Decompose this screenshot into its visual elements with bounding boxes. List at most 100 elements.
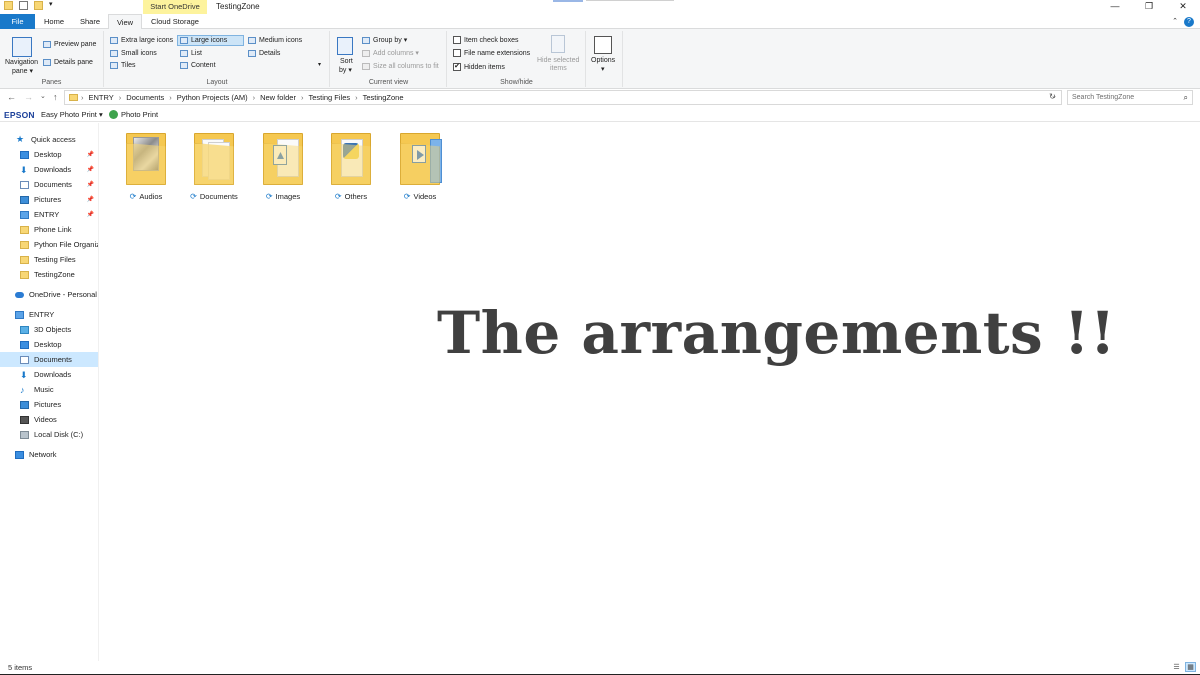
easy-photo-print-button[interactable]: Easy Photo Print: [41, 110, 97, 119]
new-folder-icon[interactable]: [34, 1, 43, 10]
folder-item-images[interactable]: ⟳ Images: [251, 129, 315, 201]
preview-pane-button[interactable]: Preview pane: [43, 41, 96, 48]
group-by-button[interactable]: Group by ▾: [362, 36, 407, 44]
sidebar-item-pc-downloads[interactable]: ⬇ Downloads: [0, 367, 98, 382]
breadcrumb-item[interactable]: Python Projects (AM): [177, 93, 248, 102]
add-columns-label: Add columns ▾: [373, 50, 419, 57]
refresh-icon[interactable]: ↻: [1049, 92, 1056, 101]
folder-item-documents[interactable]: ⟳ Documents: [182, 129, 246, 201]
large-icons-view-icon[interactable]: ▦: [1185, 662, 1196, 672]
pin-icon[interactable]: 📌: [87, 181, 94, 188]
breadcrumb-item[interactable]: Documents: [126, 93, 164, 102]
breadcrumb-item[interactable]: ENTRY: [89, 93, 114, 102]
navigation-pane-button[interactable]: Navigation: [5, 59, 38, 66]
tab-home[interactable]: Home: [38, 14, 70, 29]
layout-list[interactable]: List: [180, 50, 202, 57]
hide-selected-button[interactable]: Hide selected: [537, 57, 579, 64]
item-checkboxes-checkbox[interactable]: [453, 36, 461, 44]
collapse-ribbon-icon[interactable]: ⌃: [1172, 17, 1178, 25]
sidebar-item-pc-desktop[interactable]: Desktop: [0, 337, 98, 352]
folder-item-others[interactable]: ⟳ Others: [319, 129, 383, 201]
sort-icon[interactable]: [337, 37, 353, 55]
pin-icon[interactable]: 📌: [87, 151, 94, 158]
sidebar-item-pc-documents[interactable]: Documents: [0, 352, 98, 367]
options-icon[interactable]: [594, 36, 612, 54]
layout-details[interactable]: Details: [248, 50, 280, 57]
file-extensions-checkbox[interactable]: [453, 49, 461, 57]
close-button[interactable]: ✕: [1166, 0, 1200, 14]
pin-icon[interactable]: 📌: [87, 211, 94, 218]
address-bar[interactable]: › ENTRY › Documents › Python Projects (A…: [64, 90, 1062, 105]
options-arrow[interactable]: ▾: [601, 65, 605, 73]
layout-extra-large-icons[interactable]: Extra large icons: [110, 37, 173, 44]
pin-icon[interactable]: 📌: [87, 166, 94, 173]
back-button[interactable]: ←: [7, 92, 16, 102]
tab-cloud-storage[interactable]: Cloud Storage: [144, 14, 206, 29]
breadcrumb-item[interactable]: Testing Files: [308, 93, 350, 102]
customize-toolbar-icon[interactable]: ▾: [49, 1, 55, 10]
hide-selected-icon[interactable]: [551, 35, 565, 53]
file-extensions-toggle[interactable]: File name extensions: [453, 49, 530, 57]
ribbon: Navigation pane ▾ Preview pane Details p…: [0, 29, 1200, 89]
up-button[interactable]: ↑: [53, 92, 58, 102]
sort-by-sub[interactable]: by ▾: [339, 66, 352, 74]
layout-tiles[interactable]: Tiles: [110, 62, 136, 69]
sidebar-item-documents[interactable]: Documents 📌: [0, 177, 98, 192]
sidebar-item-pc-pictures[interactable]: Pictures: [0, 397, 98, 412]
details-view-icon[interactable]: ☰: [1171, 662, 1182, 672]
navigation-pane-icon[interactable]: [12, 37, 32, 57]
navigation-pane-sub[interactable]: pane ▾: [12, 67, 33, 75]
folder-item-videos[interactable]: ⟳ Videos: [388, 129, 452, 201]
options-button[interactable]: Options: [591, 57, 615, 64]
sidebar-item-testingzone[interactable]: TestingZone: [0, 267, 98, 282]
tab-file[interactable]: File: [0, 14, 35, 29]
sidebar-item-python-file-organiz[interactable]: Python File Organiz: [0, 237, 98, 252]
maximize-button[interactable]: ❐: [1132, 0, 1166, 14]
sort-by-button[interactable]: Sort: [340, 58, 353, 65]
details-pane-button[interactable]: Details pane: [43, 59, 93, 66]
help-icon[interactable]: ?: [1184, 17, 1194, 27]
layout-scroll-down-icon[interactable]: ▾: [318, 61, 321, 68]
breadcrumb-item[interactable]: New folder: [260, 93, 296, 102]
sidebar-item-network[interactable]: Network: [0, 447, 98, 462]
tab-view[interactable]: View: [108, 14, 142, 30]
layout-medium-icons[interactable]: Medium icons: [248, 37, 302, 44]
sidebar-item-quick-access[interactable]: ★ Quick access: [0, 132, 98, 147]
properties-icon[interactable]: [19, 1, 28, 10]
search-icon[interactable]: ⌕: [1184, 93, 1188, 103]
sidebar-item-desktop[interactable]: Desktop 📌: [0, 147, 98, 162]
minimize-button[interactable]: —: [1098, 0, 1132, 14]
hidden-items-toggle[interactable]: ✔ Hidden items: [453, 63, 505, 71]
layout-small-icons[interactable]: Small icons: [110, 50, 157, 57]
folder-item-audios[interactable]: ⟳ Audios: [114, 129, 178, 201]
sidebar-item-pictures[interactable]: Pictures 📌: [0, 192, 98, 207]
size-columns-button[interactable]: Size all columns to fit: [362, 63, 439, 70]
sidebar-item-this-pc[interactable]: ENTRY: [0, 307, 98, 322]
medium-icons-label: Medium icons: [259, 37, 303, 44]
search-input[interactable]: Search TestingZone ⌕: [1067, 90, 1193, 105]
hidden-items-checkbox[interactable]: ✔: [453, 63, 461, 71]
sidebar-item-music[interactable]: ♪ Music: [0, 382, 98, 397]
contextual-tab-start-onedrive[interactable]: Start OneDrive: [143, 0, 207, 14]
sidebar-item-videos[interactable]: Videos: [0, 412, 98, 427]
forward-button[interactable]: →: [24, 92, 33, 102]
breadcrumb-item[interactable]: TestingZone: [363, 93, 404, 102]
sidebar-item-entry[interactable]: ENTRY 📌: [0, 207, 98, 222]
layout-large-icons[interactable]: Large icons: [180, 37, 227, 44]
sidebar-item-onedrive[interactable]: OneDrive - Personal: [0, 287, 98, 302]
photo-print-button[interactable]: Photo Print: [121, 110, 158, 119]
recent-locations-button[interactable]: ⌄: [40, 92, 46, 100]
layout-content[interactable]: Content: [180, 62, 216, 69]
sidebar-item-3d-objects[interactable]: 3D Objects: [0, 322, 98, 337]
sidebar-item-local-disk[interactable]: Local Disk (C:): [0, 427, 98, 442]
sidebar-item-testing-files[interactable]: Testing Files: [0, 252, 98, 267]
item-checkboxes-toggle[interactable]: Item check boxes: [453, 36, 518, 44]
pin-icon[interactable]: 📌: [87, 196, 94, 203]
add-columns-button[interactable]: Add columns ▾: [362, 49, 419, 57]
sidebar-item-downloads[interactable]: ⬇ Downloads 📌: [0, 162, 98, 177]
folder-front: [263, 143, 303, 185]
hide-selected-sub[interactable]: items: [550, 65, 567, 72]
easy-photo-print-dropdown-icon[interactable]: ▾: [99, 110, 103, 119]
sidebar-item-phone-link[interactable]: Phone Link: [0, 222, 98, 237]
tab-share[interactable]: Share: [74, 14, 106, 29]
